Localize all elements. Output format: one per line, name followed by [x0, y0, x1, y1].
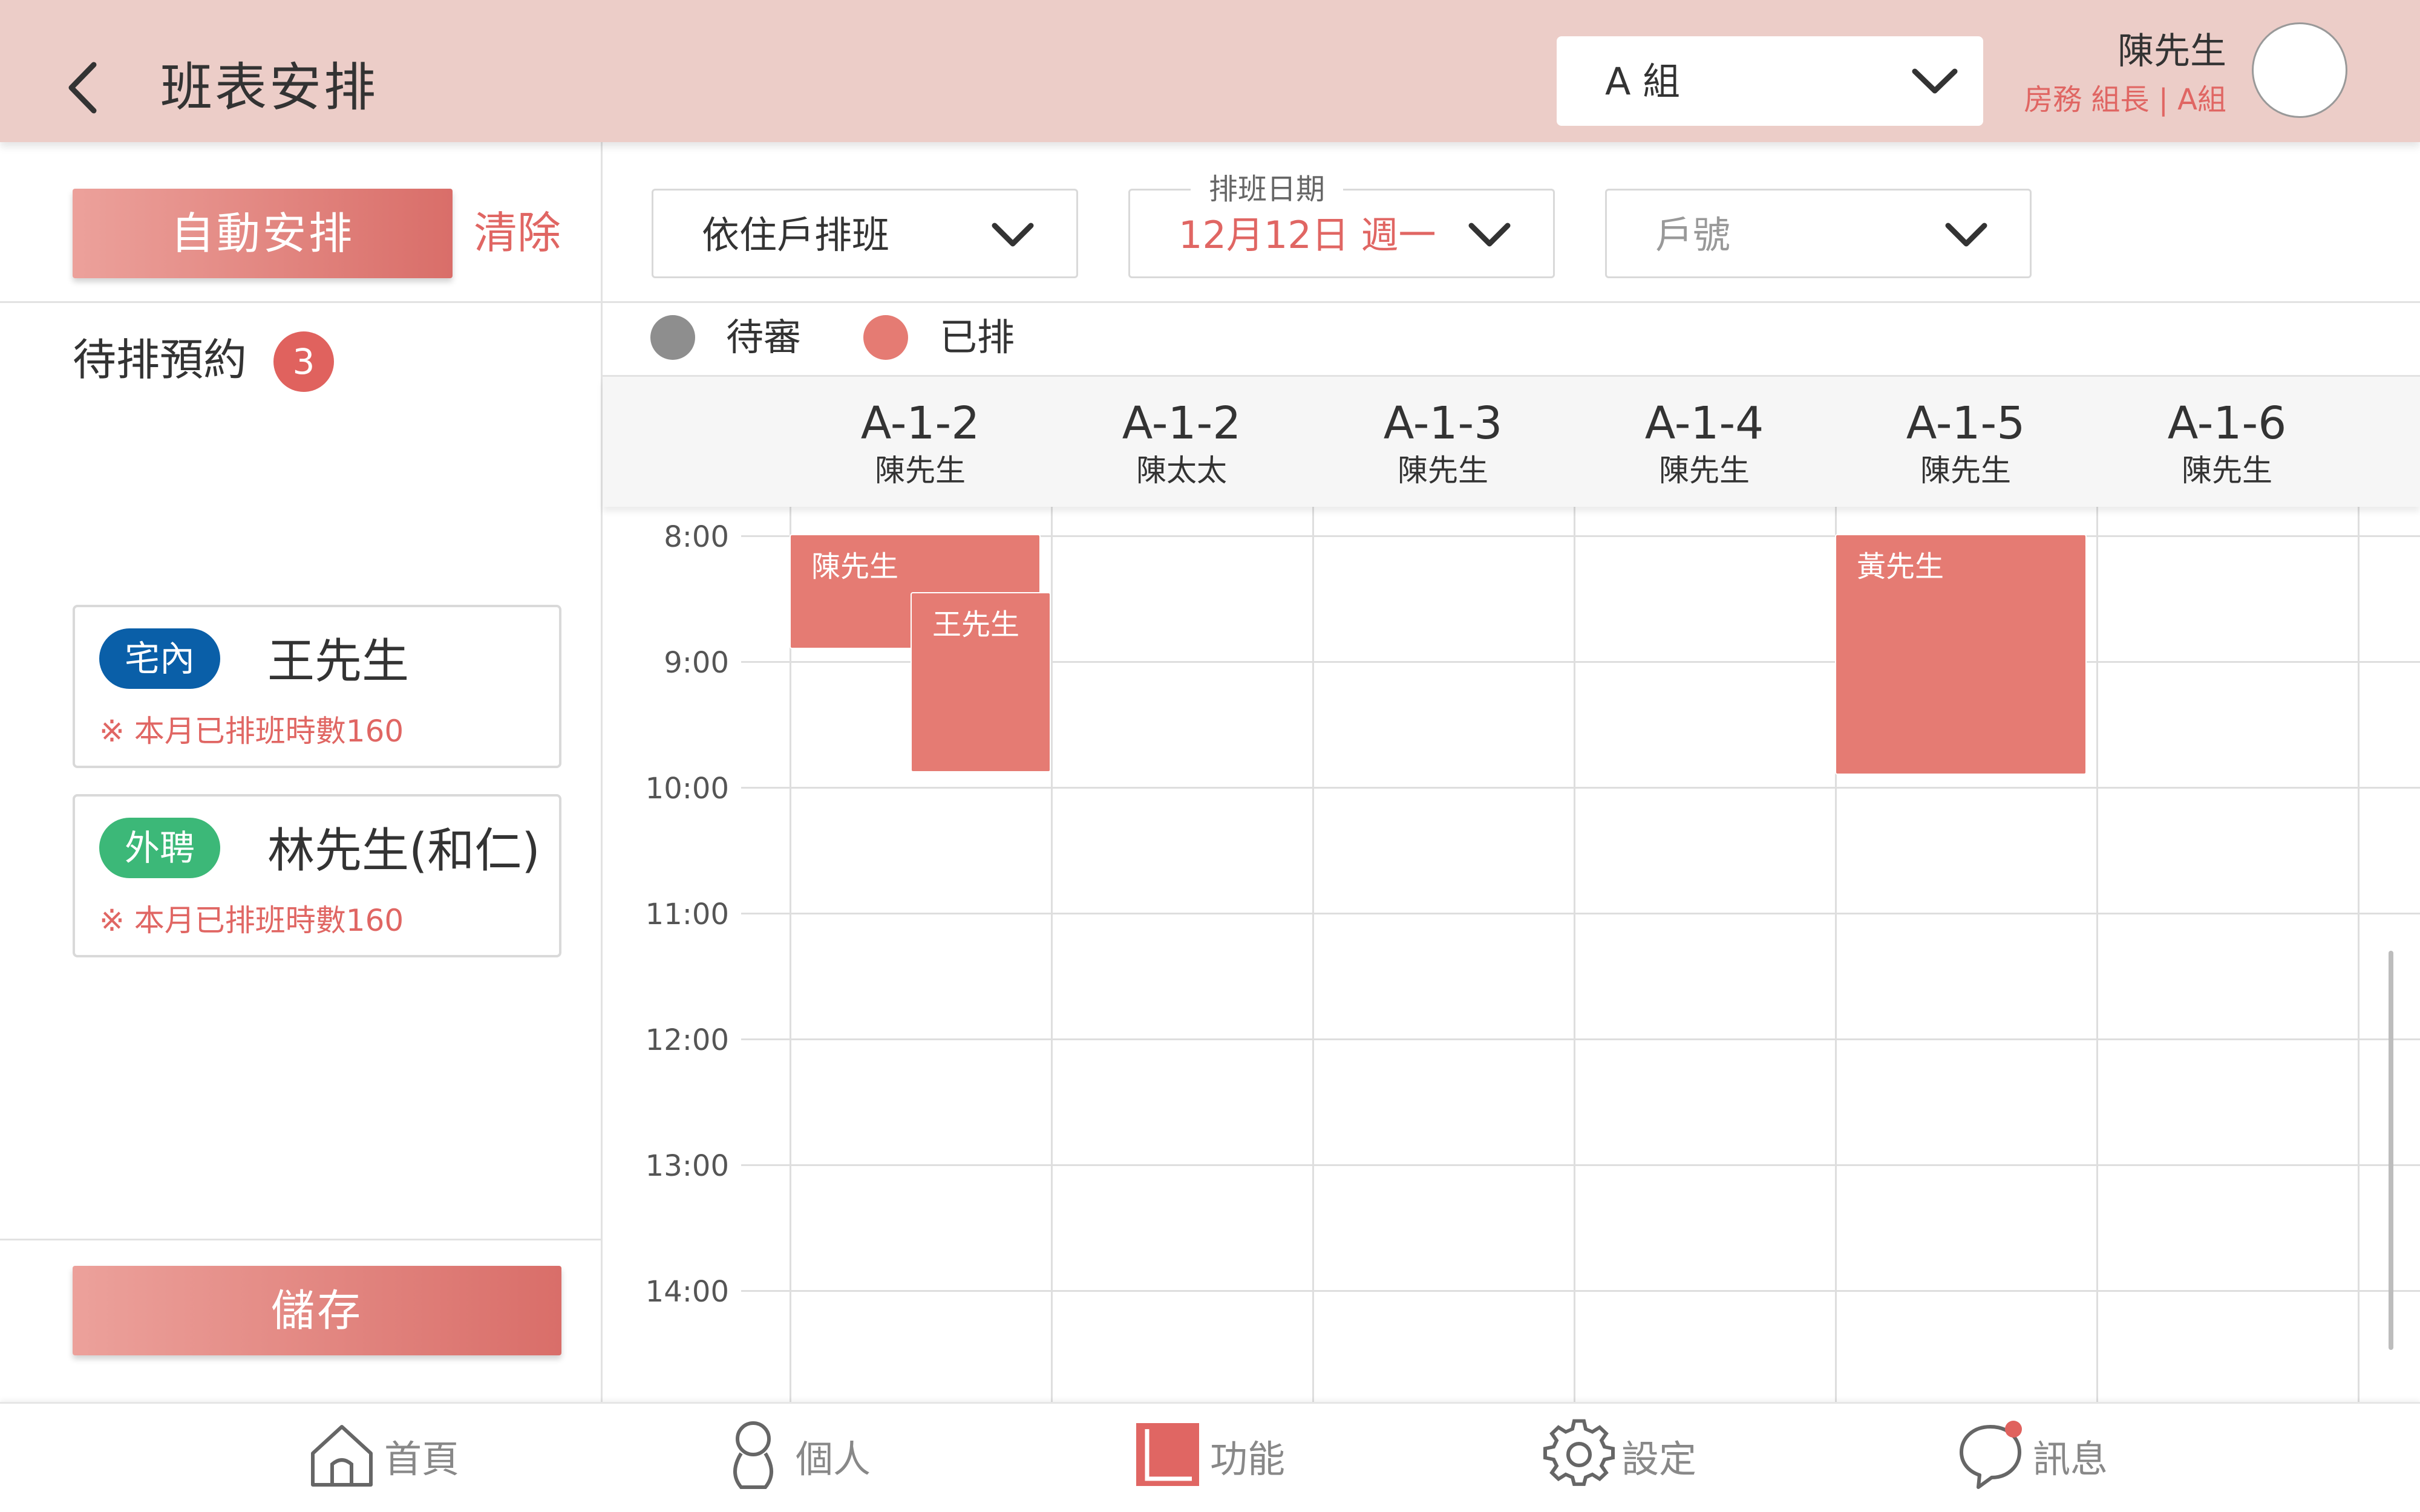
time-label: 9:00: [664, 646, 729, 680]
unit-select[interactable]: 戶號: [1605, 189, 2032, 278]
nav-label: 功能: [1210, 1437, 1286, 1481]
pending-card[interactable]: 宅內 王先生 ※ 本月已排班時數160: [73, 605, 561, 768]
staff-name: 王先生: [267, 634, 410, 689]
divider: [0, 301, 601, 303]
staff-name: 林先生(和仁): [267, 824, 540, 878]
scheduled-legend-label: 已排: [940, 315, 1015, 359]
function-icon: [1131, 1418, 1204, 1491]
home-icon: [306, 1418, 378, 1491]
time-label: 8:00: [664, 520, 729, 554]
nav-item-personal[interactable]: 個人: [717, 1412, 911, 1503]
unit-select-placeholder: 戶號: [1655, 213, 1731, 257]
chevron-down-icon: [1465, 216, 1514, 255]
hour-line: [741, 1164, 2420, 1166]
user-name: 陳先生: [2118, 30, 2226, 73]
unit-number: A-1-2: [860, 397, 980, 449]
unit-number: A-1-2: [1122, 397, 1241, 449]
staff-type-tag: 宅內: [99, 628, 220, 689]
message-icon: [1954, 1418, 2027, 1491]
staff-type-tag: 外聘: [99, 818, 220, 878]
nav-item-messages[interactable]: 訊息: [1954, 1412, 2148, 1503]
unit-owner: 陳先生: [1398, 453, 1488, 488]
schedule-event[interactable]: 黃先生: [1835, 534, 2087, 775]
unit-column-header[interactable]: A-1-3 陳先生: [1312, 396, 1574, 490]
column-line: [2096, 490, 2098, 1403]
group-select[interactable]: A 組: [1557, 36, 1983, 126]
nav-label: 訊息: [2033, 1437, 2108, 1481]
schedule-event[interactable]: 王先生: [911, 592, 1051, 772]
event-staff-name: 王先生: [932, 608, 1020, 642]
hour-line: [741, 1038, 2420, 1040]
user-role: 房務 組長 | A組: [2024, 83, 2226, 117]
nav-item-function[interactable]: 功能: [1131, 1412, 1325, 1503]
divider: [603, 301, 2420, 303]
person-icon: [717, 1418, 790, 1491]
time-label: 13:00: [645, 1149, 729, 1183]
column-line: [2358, 490, 2360, 1403]
hour-line: [741, 913, 2420, 914]
unit-column-header[interactable]: A-1-2 陳太太: [1051, 396, 1312, 490]
pending-count-badge: 3: [273, 331, 334, 392]
date-select[interactable]: 排班日期 12月12日 週一: [1128, 171, 1555, 278]
nav-label: 首頁: [384, 1437, 460, 1481]
unit-number: A-1-5: [1906, 397, 2026, 449]
unit-owner: 陳先生: [875, 453, 966, 488]
schedule-mode-select[interactable]: 依住戶排班: [652, 189, 1078, 278]
staff-hours-note: ※ 本月已排班時數160: [99, 714, 404, 749]
time-label: 12:00: [645, 1023, 729, 1057]
unit-column-header[interactable]: A-1-2 陳先生: [790, 396, 1051, 490]
column-line: [1574, 490, 1575, 1403]
unit-owner: 陳先生: [1659, 453, 1750, 488]
staff-hours-note: ※ 本月已排班時數160: [99, 903, 404, 938]
date-select-label: 排班日期: [1191, 171, 1344, 207]
save-button[interactable]: 儲存: [73, 1266, 561, 1355]
time-label: 11:00: [645, 898, 729, 931]
auto-schedule-button[interactable]: 自動安排: [73, 189, 453, 278]
nav-item-settings[interactable]: 設定: [1543, 1412, 1736, 1503]
nav-label: 設定: [1621, 1437, 1697, 1481]
avatar[interactable]: [2252, 22, 2347, 118]
pending-legend-label: 待審: [726, 315, 802, 359]
event-staff-name: 陳先生: [811, 550, 899, 584]
pending-legend-dot: [650, 315, 695, 360]
unit-owner: 陳先生: [2182, 453, 2272, 488]
gear-icon: [1543, 1418, 1615, 1491]
app-header: 班表安排 A 組 陳先生 房務 組長 | A組: [0, 0, 2420, 142]
time-label: 10:00: [645, 772, 729, 806]
nav-item-home[interactable]: 首頁: [306, 1412, 499, 1503]
schedule-mode-value: 依住戶排班: [702, 213, 890, 257]
unit-column-header[interactable]: A-1-4 陳先生: [1574, 396, 1835, 490]
page-title: 班表安排: [160, 57, 378, 118]
back-icon[interactable]: [60, 57, 109, 118]
pending-card[interactable]: 外聘 林先生(和仁) ※ 本月已排班時數160: [73, 794, 561, 957]
unit-number: A-1-6: [2167, 397, 2287, 449]
scheduled-legend-dot: [863, 315, 908, 360]
time-label: 14:00: [645, 1275, 729, 1309]
unit-owner: 陳先生: [1920, 453, 2011, 488]
chevron-down-icon: [1942, 216, 1990, 255]
unit-number: A-1-3: [1383, 397, 1503, 449]
unit-column-header[interactable]: A-1-5 陳先生: [1835, 396, 2096, 490]
unit-number: A-1-4: [1644, 397, 1764, 449]
divider: [0, 1239, 601, 1240]
hour-line: [741, 787, 2420, 789]
unit-column-header[interactable]: A-1-6 陳先生: [2096, 396, 2358, 490]
date-select-value: 12月12日 週一: [1179, 213, 1436, 257]
schedule-scrollbar[interactable]: [2389, 951, 2393, 1350]
column-line: [1051, 490, 1053, 1403]
chevron-down-icon: [989, 216, 1037, 255]
unit-owner: 陳太太: [1136, 453, 1227, 488]
hour-line: [741, 1290, 2420, 1292]
clear-button[interactable]: 清除: [474, 203, 561, 263]
group-select-value: A 組: [1605, 59, 1681, 103]
event-staff-name: 黃先生: [1857, 550, 1944, 584]
column-line: [1312, 490, 1314, 1403]
nav-label: 個人: [796, 1437, 871, 1481]
chevron-down-icon: [1908, 60, 1962, 103]
pending-title: 待排預約: [73, 334, 247, 385]
